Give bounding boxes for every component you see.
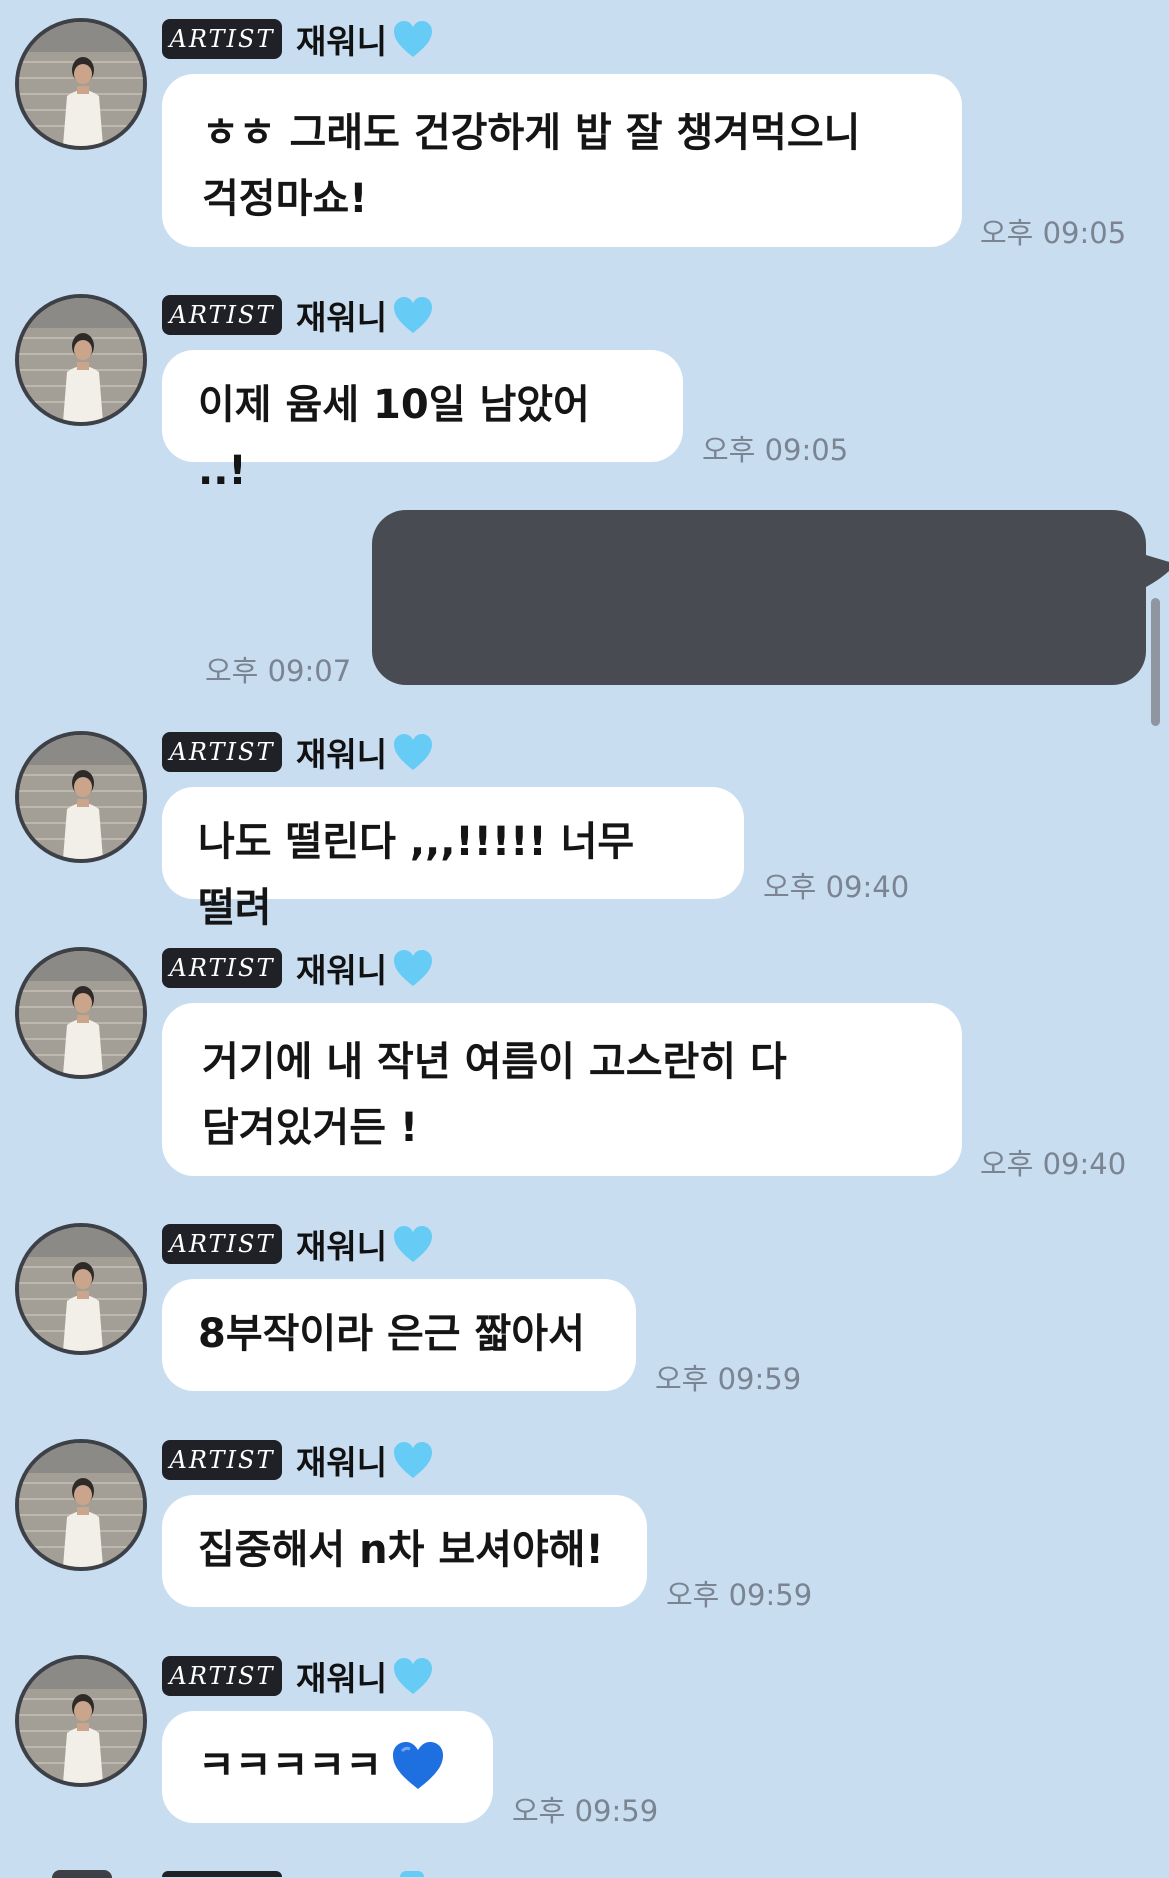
light-blue-heart-icon xyxy=(400,1871,424,1877)
message-bubble[interactable]: 집중해서 n차 보셔야해! xyxy=(162,1495,647,1607)
message-time: 오후 09:59 xyxy=(655,1362,802,1396)
message-time: 오후 09:05 xyxy=(702,433,849,467)
message-bubble[interactable]: ㅎㅎ 그래도 건강하게 밥 잘 챙겨먹으니 걱정마쇼! xyxy=(162,74,962,247)
message-text: 이제 윰세 10일 남았어 ..! xyxy=(198,382,590,494)
message-text: 집중해서 n차 보셔야해! xyxy=(198,1527,604,1573)
message-text: 거기에 내 작년 여름이 고스란히 다 담겨있거든 ! xyxy=(202,1039,787,1151)
chat-screen[interactable]: ARTIST 재워니 ㅎㅎ 그래도 건강하게 밥 잘 챙겨먹으니 걱정마쇼! 오… xyxy=(0,0,1169,1878)
message-bubble[interactable]: ㅋㅋㅋㅋㅋ xyxy=(162,1711,493,1823)
light-blue-heart-icon xyxy=(394,297,433,333)
artist-badge: ARTIST xyxy=(162,732,282,772)
sender-avatar[interactable] xyxy=(15,18,147,150)
sender-name: 재워니 xyxy=(296,22,388,61)
sender-row: ARTIST 재워니 xyxy=(162,1655,435,1698)
sender-row: ARTIST 재워니 xyxy=(162,947,435,990)
message-bubble[interactable]: 8부작이라 은근 짧아서 xyxy=(162,1279,636,1391)
message-bubble[interactable]: 나도 떨린다 ,,,!!!!! 너무 떨려 xyxy=(162,787,744,931)
sent-message-bubble[interactable] xyxy=(372,510,1146,685)
message-time: 오후 09:40 xyxy=(980,1147,1127,1181)
artist-badge: ARTIST xyxy=(162,1224,282,1264)
sent-bubble-tail xyxy=(1136,552,1169,592)
artist-badge: ARTIST xyxy=(162,295,282,335)
sender-row: ARTIST 재워니 xyxy=(162,731,435,774)
avatar-photo xyxy=(19,735,143,859)
artist-badge: ARTIST xyxy=(162,1440,282,1480)
artist-badge-partial xyxy=(162,1871,282,1877)
message-bubble[interactable]: 거기에 내 작년 여름이 고스란히 다 담겨있거든 ! xyxy=(162,1003,962,1176)
sender-name: 재워니 xyxy=(296,1659,388,1698)
sender-row: ARTIST 재워니 xyxy=(162,1439,435,1482)
light-blue-heart-icon xyxy=(394,1658,433,1694)
sender-row: ARTIST 재워니 xyxy=(162,1223,435,1266)
sender-name: 재워니 xyxy=(296,298,388,337)
light-blue-heart-icon xyxy=(394,1442,433,1478)
sender-avatar-partial xyxy=(52,1870,112,1878)
avatar-photo xyxy=(19,1659,143,1783)
sent-message-time: 오후 09:07 xyxy=(205,654,352,688)
light-blue-heart-icon xyxy=(394,734,433,770)
blue-heart-icon xyxy=(393,1742,443,1789)
sender-avatar[interactable] xyxy=(15,1223,147,1355)
message-time: 오후 09:59 xyxy=(512,1794,659,1828)
avatar-photo xyxy=(19,951,143,1075)
message-text: ㅋㅋㅋㅋㅋ xyxy=(198,1743,382,1789)
avatar-photo xyxy=(19,1443,143,1567)
artist-badge: ARTIST xyxy=(162,948,282,988)
sender-avatar[interactable] xyxy=(15,731,147,863)
sender-avatar[interactable] xyxy=(15,1655,147,1787)
sender-name: 재워니 xyxy=(296,735,388,774)
avatar-photo xyxy=(19,298,143,422)
sender-name: 재워니 xyxy=(296,951,388,990)
sender-avatar[interactable] xyxy=(15,1439,147,1571)
message-bubble[interactable]: 이제 윰세 10일 남았어 ..! xyxy=(162,350,683,494)
sender-row: ARTIST 재워니 xyxy=(162,18,435,61)
artist-badge: ARTIST xyxy=(162,1656,282,1696)
sender-row: ARTIST 재워니 xyxy=(162,294,435,337)
scrollbar[interactable] xyxy=(1151,598,1160,726)
avatar-photo xyxy=(19,1227,143,1351)
light-blue-heart-icon xyxy=(394,950,433,986)
message-text: 나도 떨린다 ,,,!!!!! 너무 떨려 xyxy=(198,819,635,931)
sender-avatar[interactable] xyxy=(15,294,147,426)
message-time: 오후 09:40 xyxy=(763,870,910,904)
message-text: ㅎㅎ 그래도 건강하게 밥 잘 챙겨먹으니 걱정마쇼! xyxy=(202,110,861,222)
message-time: 오후 09:59 xyxy=(666,1578,813,1612)
light-blue-heart-icon xyxy=(394,21,433,57)
message-time: 오후 09:05 xyxy=(980,216,1127,250)
sender-name: 재워니 xyxy=(296,1227,388,1266)
light-blue-heart-icon xyxy=(394,1226,433,1262)
message-text: 8부작이라 은근 짧아서 xyxy=(198,1311,585,1357)
artist-badge: ARTIST xyxy=(162,19,282,59)
sender-name: 재워니 xyxy=(296,1443,388,1482)
avatar-photo xyxy=(19,22,143,146)
sender-avatar[interactable] xyxy=(15,947,147,1079)
